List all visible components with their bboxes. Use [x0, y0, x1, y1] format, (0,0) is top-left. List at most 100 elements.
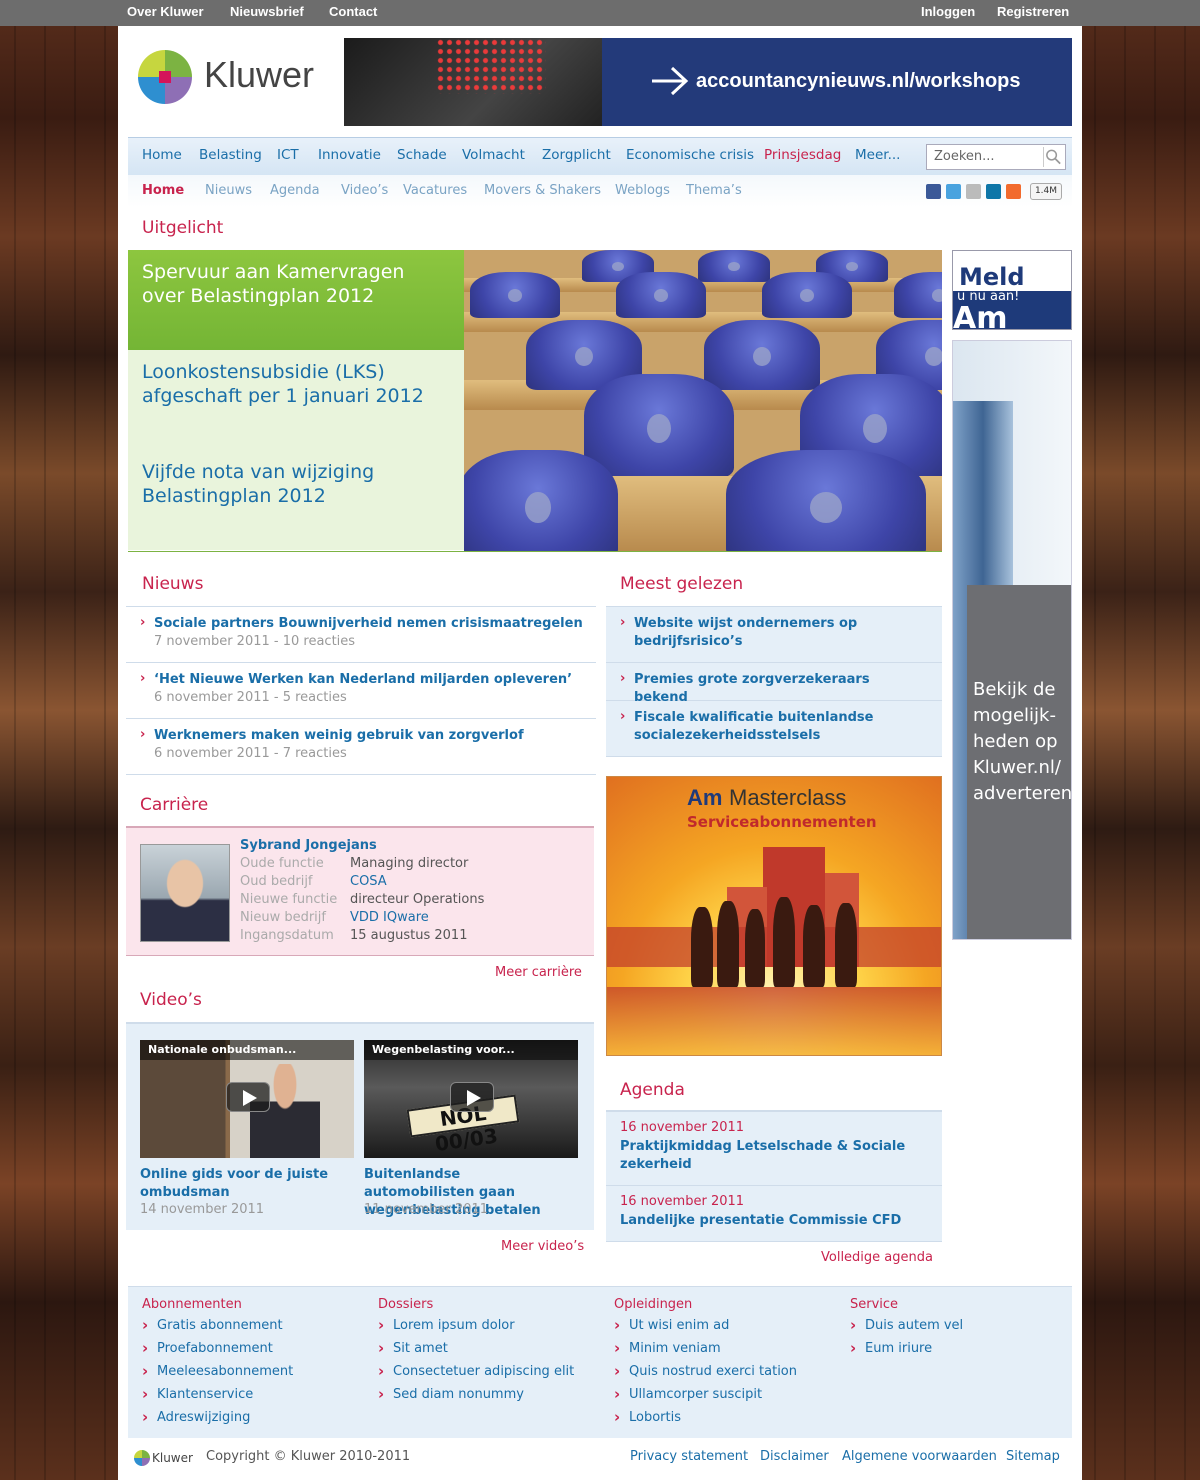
- footer-link[interactable]: Consectetuer adipiscing elit: [378, 1362, 608, 1387]
- search-icon[interactable]: [1043, 147, 1063, 167]
- login-link[interactable]: Inloggen: [921, 4, 975, 19]
- nav-item-economische-crisis[interactable]: Economische crisis: [626, 147, 754, 163]
- agenda-title[interactable]: Landelijke presentatie Commissie CFD: [620, 1212, 920, 1230]
- footer-link[interactable]: Sit amet: [378, 1339, 608, 1364]
- subnav-item-agenda[interactable]: Agenda: [270, 183, 320, 198]
- subnav-item-themas[interactable]: Thema’s: [686, 183, 742, 198]
- footer-link[interactable]: Ut wisi enim ad: [614, 1316, 844, 1341]
- ad-meld-aan[interactable]: Meld u nu aan! Am: [952, 250, 1072, 330]
- footer-link[interactable]: Sed diam nonummy: [378, 1385, 608, 1410]
- ad-meld-logo: Am: [953, 301, 1008, 330]
- nav-item-zorgplicht[interactable]: Zorgplicht: [542, 147, 611, 163]
- featured-item-1[interactable]: Spervuur aan Kamervragen over Belastingp…: [128, 250, 464, 350]
- footer-link[interactable]: Meeleesabonnement: [142, 1362, 372, 1387]
- featured-block: Spervuur aan Kamervragen over Belastingp…: [128, 250, 942, 552]
- career-name[interactable]: Sybrand Jongejans: [240, 838, 377, 853]
- career-label: Nieuw bedrijf: [240, 910, 326, 925]
- footer-link[interactable]: Lorem ipsum dolor: [378, 1316, 608, 1341]
- nav-item-meer[interactable]: Meer...: [855, 147, 900, 163]
- career-card[interactable]: Sybrand Jongejans Oude functie Oud bedri…: [126, 826, 594, 956]
- nav-item-innovatie[interactable]: Innovatie: [318, 147, 381, 163]
- featured-item-3[interactable]: Vijfde nota van wijziging Belastingplan …: [128, 450, 464, 550]
- disclaimer-link[interactable]: Disclaimer: [760, 1449, 829, 1464]
- nav-item-schade[interactable]: Schade: [397, 147, 447, 163]
- email-icon[interactable]: [966, 184, 981, 199]
- list-item[interactable]: › Website wijst ondernemers op bedrijfsr…: [606, 607, 942, 663]
- ad-masterclass[interactable]: Am Masterclass Serviceabonnementen: [606, 776, 942, 1056]
- nav-item-prinsjesdag[interactable]: Prinsjesdag: [764, 147, 841, 163]
- footer-link[interactable]: Proefabonnement: [142, 1339, 372, 1364]
- footer-col-opleidingen: Opleidingen Ut wisi enim ad Minim veniam…: [614, 1297, 844, 1433]
- footer-link[interactable]: Quis nostrud exerci tation: [614, 1362, 844, 1387]
- nav-item-ict[interactable]: ICT: [277, 147, 299, 163]
- more-careers-link[interactable]: Meer carrière: [495, 965, 582, 980]
- list-item[interactable]: › Sociale partners Bouwnijverheid nemen …: [126, 607, 596, 663]
- list-item[interactable]: › Fiscale kwalificatie buitenlandse soci…: [606, 701, 942, 757]
- search-input[interactable]: Zoeken...: [926, 144, 1066, 170]
- more-videos-link[interactable]: Meer video’s: [501, 1239, 584, 1254]
- career-value-link[interactable]: COSA: [350, 874, 387, 889]
- footer-link[interactable]: Eum iriure: [850, 1339, 1080, 1364]
- subnav-item-home[interactable]: Home: [142, 183, 184, 198]
- bottom-bar: Kluwer Copyright © Kluwer 2010-2011 Priv…: [128, 1444, 1072, 1474]
- news-title[interactable]: Sociale partners Bouwnijverheid nemen cr…: [154, 615, 583, 633]
- footer-link[interactable]: Ullamcorper suscipit: [614, 1385, 844, 1410]
- terms-link[interactable]: Algemene voorwaarden: [842, 1449, 997, 1464]
- agenda-date: 16 november 2011: [620, 1194, 745, 1209]
- most-read-title[interactable]: Website wijst ondernemers op bedrijfsris…: [634, 615, 884, 651]
- top-link-nieuwsbrief[interactable]: Nieuwsbrief: [230, 4, 304, 19]
- career-value-link[interactable]: VDD IQware: [350, 910, 429, 925]
- footer-col-abonnementen: Abonnementen Gratis abonnement Proefabon…: [142, 1297, 372, 1433]
- subnav-item-weblogs[interactable]: Weblogs: [615, 183, 670, 198]
- nav-item-home[interactable]: Home: [142, 147, 182, 163]
- kluwer-logo[interactable]: Kluwer: [138, 48, 328, 106]
- facebook-icon[interactable]: [926, 184, 941, 199]
- privacy-link[interactable]: Privacy statement: [630, 1449, 748, 1464]
- subnav-item-nieuws[interactable]: Nieuws: [205, 183, 252, 198]
- video-thumbnail[interactable]: Nationale onbudsman...: [140, 1040, 354, 1158]
- sub-nav: Home Nieuws Agenda Video’s Vacatures Mov…: [128, 175, 1072, 207]
- ad-master-subtitle: Serviceabonnementen: [687, 813, 877, 831]
- footer-link[interactable]: Lobortis: [614, 1408, 844, 1433]
- linkedin-icon[interactable]: [986, 184, 1001, 199]
- featured-item-2[interactable]: Loonkostensubsidie (LKS) afgeschaft per …: [128, 350, 464, 450]
- news-title[interactable]: Werknemers maken weinig gebruik van zorg…: [154, 727, 524, 745]
- subnav-item-videos[interactable]: Video’s: [341, 183, 388, 198]
- nav-item-belasting[interactable]: Belasting: [199, 147, 262, 163]
- video-title[interactable]: Online gids voor de juiste ombudsman: [140, 1166, 340, 1202]
- footer-link[interactable]: Duis autem vel: [850, 1316, 1080, 1341]
- register-link[interactable]: Registreren: [997, 4, 1069, 19]
- video-date: 14 november 2011: [140, 1202, 265, 1217]
- news-title[interactable]: ‘Het Nieuwe Werken kan Nederland miljard…: [154, 671, 572, 689]
- ad-skyscraper[interactable]: Bekijk de mogelijk-heden op Kluwer.nl/ a…: [952, 340, 1072, 940]
- news-meta: 6 november 2011 - 5 reacties: [154, 690, 347, 705]
- subnav-item-movers-shakers[interactable]: Movers & Shakers: [484, 183, 601, 198]
- footer-link[interactable]: Adreswijziging: [142, 1408, 372, 1433]
- footer-col-service: Service Duis autem vel Eum iriure: [850, 1297, 1080, 1364]
- list-item[interactable]: › ‘Het Nieuwe Werken kan Nederland milja…: [126, 663, 596, 719]
- nav-item-volmacht[interactable]: Volmacht: [462, 147, 525, 163]
- footer-link[interactable]: Gratis abonnement: [142, 1316, 372, 1341]
- play-icon[interactable]: [450, 1082, 494, 1112]
- banner-ad[interactable]: accountancynieuws.nl/workshops: [344, 38, 1072, 126]
- list-item[interactable]: 16 november 2011 Praktijkmiddag Letselsc…: [606, 1112, 942, 1186]
- footer-link[interactable]: Minim veniam: [614, 1339, 844, 1364]
- most-read-title[interactable]: Fiscale kwalificatie buitenlandse social…: [634, 709, 894, 745]
- agenda-title[interactable]: Praktijkmiddag Letselschade & Sociale ze…: [620, 1138, 920, 1174]
- list-item[interactable]: › Premies grote zorgverzekeraars bekend: [606, 663, 942, 705]
- footer-link[interactable]: Klantenservice: [142, 1385, 372, 1410]
- list-item[interactable]: › Werknemers maken weinig gebruik van zo…: [126, 719, 596, 775]
- top-link-over-kluwer[interactable]: Over Kluwer: [127, 4, 204, 19]
- logo-text: Kluwer: [204, 54, 315, 95]
- list-item[interactable]: 16 november 2011 Landelijke presentatie …: [606, 1186, 942, 1242]
- addthis-icon[interactable]: [1006, 184, 1021, 199]
- video-thumbnail[interactable]: NOL 00/03 Wegenbelasting voor...: [364, 1040, 578, 1158]
- play-icon[interactable]: [226, 1082, 270, 1112]
- sitemap-link[interactable]: Sitemap: [1006, 1449, 1060, 1464]
- subnav-item-vacatures[interactable]: Vacatures: [403, 183, 467, 198]
- twitter-icon[interactable]: [946, 184, 961, 199]
- full-agenda-link[interactable]: Volledige agenda: [821, 1250, 933, 1265]
- featured-image[interactable]: [464, 250, 942, 551]
- top-link-contact[interactable]: Contact: [329, 4, 377, 19]
- footer-heading: Abonnementen: [142, 1297, 242, 1312]
